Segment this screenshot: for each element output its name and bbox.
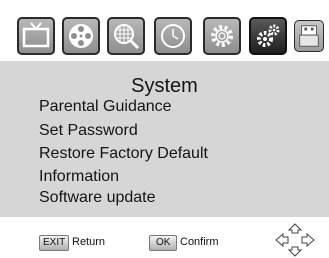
system-gears-icon [257,24,280,47]
menu-item-restore-factory-default[interactable]: Restore Factory Default [39,145,208,163]
satellite-dish-icon [114,24,140,50]
ok-key-badge[interactable]: OK [149,235,178,251]
tab-media[interactable] [62,17,100,55]
menu-item-set-password[interactable]: Set Password [39,122,138,140]
tab-settings[interactable] [203,17,241,55]
navigation-arrows-icon [275,223,315,257]
system-menu-screen: System Parental Guidance Set Password Re… [0,0,329,257]
menu-title: System [131,75,198,97]
tab-timer[interactable] [154,17,192,55]
film-reel-icon [69,24,93,48]
usb-drive-icon [299,25,319,47]
tab-installation[interactable] [107,17,145,55]
menu-item-parental-guidance[interactable]: Parental Guidance [39,98,172,116]
menu-item-information[interactable]: Information [39,168,119,186]
tab-system[interactable] [249,17,287,55]
system-menu-panel: System Parental Guidance Set Password Re… [0,61,329,217]
return-hint-label: Return [72,236,106,248]
tv-icon [22,22,50,48]
footer-hint-bar: EXIT Return OK Confirm [0,218,329,257]
confirm-hint-label: Confirm [180,236,219,248]
tab-tv[interactable] [17,17,55,55]
menu-item-software-update[interactable]: Software update [39,189,156,207]
main-menu-tab-bar [0,0,329,60]
tab-usb[interactable] [294,20,324,52]
exit-key-badge[interactable]: EXIT [39,235,70,251]
settings-gear-icon [211,25,233,47]
clock-icon [161,24,185,48]
